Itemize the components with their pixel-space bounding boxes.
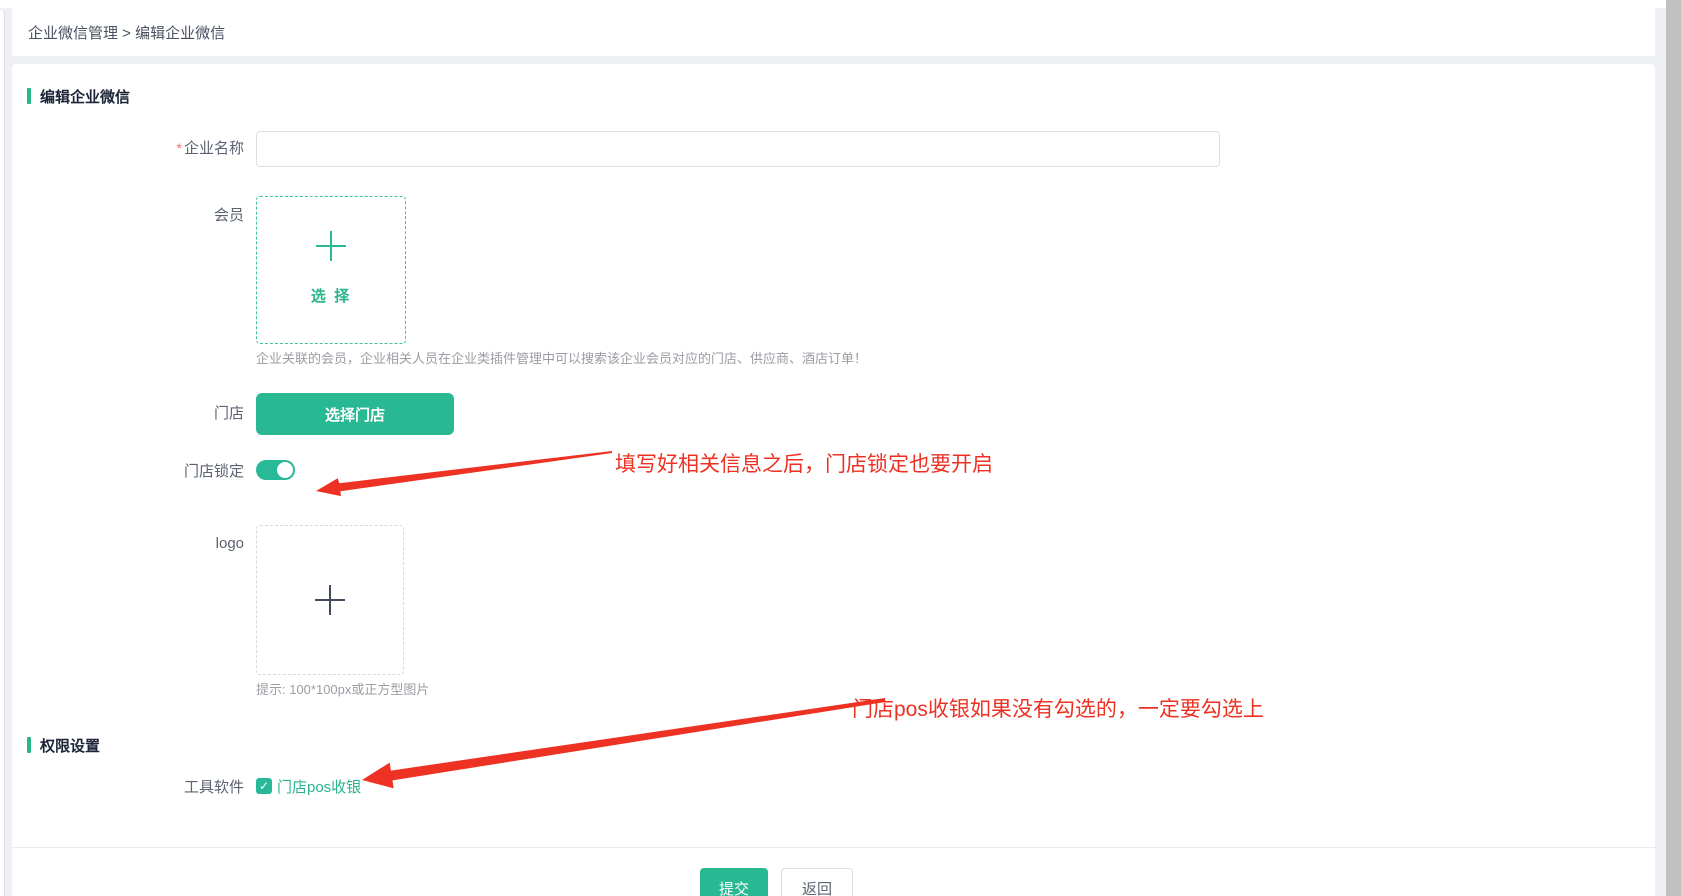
plus-icon bbox=[314, 229, 348, 263]
section-accent-bar bbox=[27, 88, 31, 104]
toggle-knob bbox=[277, 462, 293, 478]
section-accent-bar bbox=[27, 737, 31, 753]
section-permission-header: 权限设置 bbox=[27, 735, 1655, 755]
logo-uploader[interactable] bbox=[256, 525, 404, 675]
store-row: 门店 选择门店 bbox=[12, 393, 1655, 435]
breadcrumb-text[interactable]: 企业微信管理 > 编辑企业微信 bbox=[28, 22, 225, 43]
select-store-button[interactable]: 选择门店 bbox=[256, 393, 454, 435]
logo-label: logo bbox=[12, 525, 256, 675]
checked-checkbox-icon[interactable]: ✓ bbox=[256, 778, 272, 794]
scrollbar-gap bbox=[1655, 8, 1666, 896]
submit-button[interactable]: 提交 bbox=[700, 868, 768, 896]
content-card: 编辑企业微信 *企业名称 会员 选 择 企业关联的会员，企业相关人员在企业类插件… bbox=[12, 64, 1655, 896]
company-name-input[interactable] bbox=[256, 131, 1220, 167]
member-helper-row: 企业关联的会员，企业相关人员在企业类插件管理中可以搜索该企业会员对应的门店、供应… bbox=[12, 350, 1655, 368]
page: 企业微信管理 > 编辑企业微信 编辑企业微信 *企业名称 会员 选 择 企业关联… bbox=[0, 0, 1681, 896]
store-lock-label: 门店锁定 bbox=[12, 460, 256, 481]
section-edit-title: 编辑企业微信 bbox=[40, 86, 130, 107]
pos-checkbox-label: 门店pos收银 bbox=[277, 776, 361, 797]
section-permission-title: 权限设置 bbox=[40, 735, 100, 756]
tool-software-row: 工具软件 ✓ 门店pos收银 bbox=[12, 775, 1655, 797]
back-button[interactable]: 返回 bbox=[781, 868, 853, 896]
member-label: 会员 bbox=[12, 196, 256, 344]
member-helper-text: 企业关联的会员，企业相关人员在企业类插件管理中可以搜索该企业会员对应的门店、供应… bbox=[256, 350, 867, 368]
store-label: 门店 bbox=[12, 393, 256, 435]
breadcrumb: 企业微信管理 > 编辑企业微信 bbox=[12, 8, 1655, 56]
section-edit-header: 编辑企业微信 bbox=[27, 86, 1655, 106]
store-lock-toggle[interactable] bbox=[256, 460, 295, 480]
company-name-label: *企业名称 bbox=[12, 130, 256, 167]
required-asterisk: * bbox=[177, 140, 182, 156]
member-select-uploader[interactable]: 选 择 bbox=[256, 196, 406, 344]
plus-icon bbox=[313, 583, 347, 617]
tool-software-label: 工具软件 bbox=[12, 776, 256, 797]
left-panel-edge bbox=[0, 10, 5, 896]
member-row: 会员 选 择 bbox=[12, 196, 1655, 344]
logo-row: logo bbox=[12, 525, 1655, 675]
company-name-row: *企业名称 bbox=[12, 130, 1655, 167]
member-select-text: 选 择 bbox=[311, 285, 351, 306]
logo-hint-row: 提示: 100*100px或正方型图片 bbox=[12, 681, 1655, 699]
pos-checkbox-wrap[interactable]: ✓ 门店pos收银 bbox=[256, 776, 361, 797]
store-lock-row: 门店锁定 bbox=[12, 460, 1655, 480]
footer-bar: 提交 返回 bbox=[12, 847, 1655, 896]
logo-hint-text: 提示: 100*100px或正方型图片 bbox=[256, 681, 429, 699]
vertical-scrollbar[interactable] bbox=[1666, 0, 1681, 896]
